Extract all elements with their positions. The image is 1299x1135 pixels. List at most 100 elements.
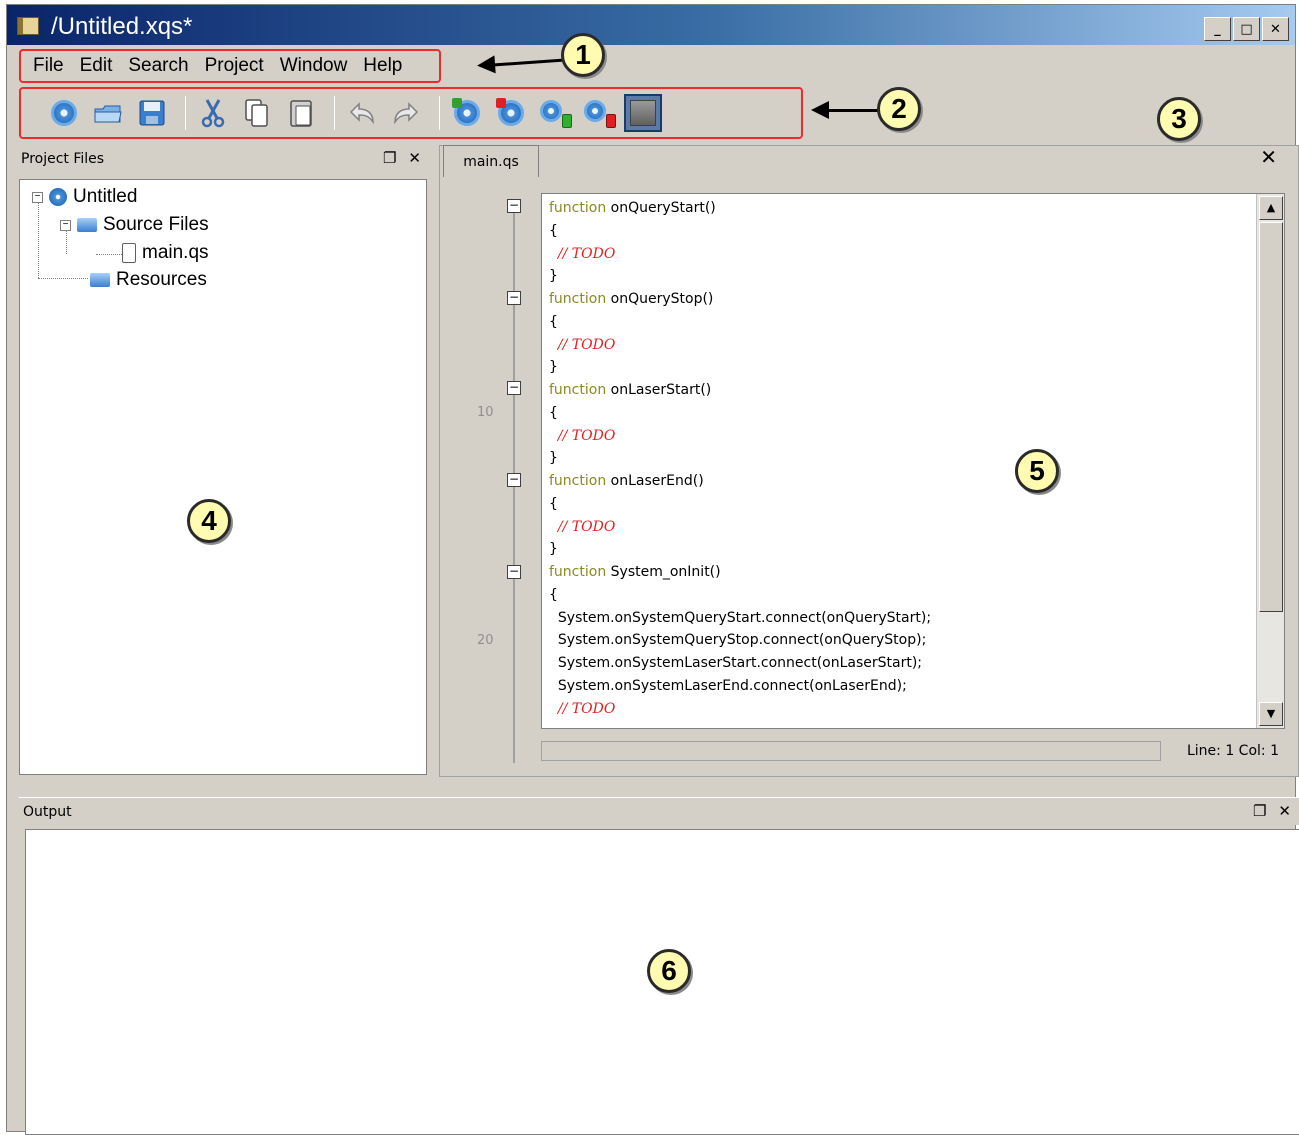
vertical-scrollbar[interactable]: ▲ ▼: [1256, 194, 1284, 728]
project-files-title: Project Files: [21, 151, 105, 167]
collapse-icon[interactable]: −: [32, 191, 43, 203]
cut-button[interactable]: [194, 94, 232, 132]
tree-guide: [96, 254, 124, 255]
fold-marker-icon[interactable]: −: [507, 381, 521, 395]
open-icon: [94, 105, 122, 123]
title-bar: /Untitled.xqs* _ □ ✕: [7, 5, 1295, 45]
output-header: Output ❐ ✕: [19, 797, 1299, 825]
app-window: /Untitled.xqs* _ □ ✕ File Edit Search Pr…: [6, 4, 1299, 1135]
tree-item-resources[interactable]: Resources: [90, 269, 207, 291]
tree-item-untitled[interactable]: − Untitled: [32, 186, 137, 208]
close-icon[interactable]: ✕: [1278, 802, 1291, 820]
tree-label: main.qs: [142, 242, 209, 263]
tree-guide: [38, 278, 88, 279]
tree-label: Untitled: [73, 186, 138, 207]
folder-icon: [77, 218, 97, 232]
editor-close-icon[interactable]: ✕: [1260, 145, 1277, 169]
menu-window[interactable]: Window: [272, 55, 356, 77]
code-line: System.onSystemLaserEnd.connect(onLaserE…: [549, 677, 907, 694]
fold-marker-icon[interactable]: −: [507, 199, 521, 213]
toolbar-separator: [185, 96, 186, 130]
code-line: {: [549, 586, 558, 603]
code-line: function onQueryStart(): [549, 200, 716, 216]
code-line: {: [549, 495, 558, 512]
menu-file[interactable]: File: [25, 55, 72, 77]
code-line: System.onSystemQueryStart.connect(onQuer…: [549, 609, 932, 626]
annotation-2: 2: [877, 87, 921, 131]
annotation-1: 1: [561, 33, 605, 77]
annotation-arrow: [811, 101, 881, 119]
run-green-button[interactable]: [536, 94, 574, 132]
code-line: // TODO: [549, 700, 616, 717]
status-field: [541, 741, 1161, 761]
redo-button[interactable]: [387, 94, 425, 132]
device-button[interactable]: [624, 94, 662, 132]
new-project-icon: [51, 100, 77, 126]
code-line: // TODO: [549, 336, 616, 353]
annotation-4: 4: [187, 499, 231, 543]
menu-edit[interactable]: Edit: [72, 55, 121, 77]
code-line: function onLaserStart(): [549, 382, 712, 398]
menu-help[interactable]: Help: [355, 55, 410, 77]
fold-marker-icon[interactable]: −: [507, 565, 521, 579]
paste-button[interactable]: [282, 94, 320, 132]
maximize-button[interactable]: □: [1233, 17, 1260, 41]
tree-item-main-qs[interactable]: main.qs: [122, 242, 209, 264]
fold-marker-icon[interactable]: −: [507, 291, 521, 305]
annotation-arrow: [490, 58, 568, 67]
scroll-thumb[interactable]: [1259, 222, 1283, 612]
project-icon: [49, 188, 67, 206]
window-title: /Untitled.xqs*: [51, 13, 193, 40]
undo-button[interactable]: [343, 94, 381, 132]
tree-item-source-files[interactable]: − Source Files: [60, 214, 209, 236]
device-icon: [630, 100, 656, 126]
menu-project[interactable]: Project: [197, 55, 272, 77]
annotation-5: 5: [1015, 449, 1059, 493]
run-red-icon: [584, 98, 616, 128]
cursor-position: Line: 1 Col: 1: [1186, 743, 1279, 759]
paste-icon: [290, 100, 312, 127]
collapse-icon[interactable]: −: [60, 219, 71, 231]
scroll-down-icon[interactable]: ▼: [1259, 702, 1283, 726]
new-project-button[interactable]: [45, 94, 83, 132]
code-line: // TODO: [549, 518, 616, 535]
tree-label: Source Files: [103, 214, 209, 235]
app-icon: [17, 17, 39, 35]
code-line: }: [549, 450, 558, 467]
annotation-3: 3: [1157, 97, 1201, 141]
panel-controls: ❐ ✕: [383, 149, 421, 167]
start-icon: [452, 98, 482, 128]
stop-icon: [496, 98, 526, 128]
float-icon[interactable]: ❐: [383, 149, 396, 167]
window-controls: _ □ ✕: [1204, 17, 1289, 41]
close-button[interactable]: ✕: [1262, 17, 1289, 41]
scroll-up-icon[interactable]: ▲: [1259, 196, 1283, 220]
save-icon: [139, 100, 165, 126]
save-button[interactable]: [133, 94, 171, 132]
undo-icon: [349, 102, 374, 125]
copy-icon: [245, 99, 268, 127]
cut-icon: [201, 99, 225, 128]
code-line: {: [549, 222, 558, 239]
stop-button[interactable]: [492, 94, 530, 132]
code-line: function onQueryStop(): [549, 291, 714, 307]
close-icon[interactable]: ✕: [408, 149, 421, 167]
code-line: // TODO: [549, 245, 616, 262]
copy-button[interactable]: [238, 94, 276, 132]
open-button[interactable]: [89, 94, 127, 132]
panel-controls: ❐ ✕: [1253, 802, 1291, 820]
start-button[interactable]: [448, 94, 486, 132]
code-editor[interactable]: function onQueryStart() { // TODO} functio…: [541, 193, 1285, 729]
tab-main-qs[interactable]: main.qs: [443, 145, 539, 177]
float-icon[interactable]: ❐: [1253, 802, 1266, 820]
run-red-button[interactable]: [580, 94, 618, 132]
code-line: }: [549, 268, 558, 285]
minimize-button[interactable]: _: [1204, 17, 1231, 41]
fold-marker-icon[interactable]: −: [507, 473, 521, 487]
code-line: }: [549, 359, 558, 376]
run-green-icon: [540, 98, 572, 128]
menu-search[interactable]: Search: [120, 55, 196, 77]
code-line: // TODO: [549, 427, 616, 444]
file-icon: [122, 243, 136, 263]
line-number: 20: [477, 633, 494, 648]
